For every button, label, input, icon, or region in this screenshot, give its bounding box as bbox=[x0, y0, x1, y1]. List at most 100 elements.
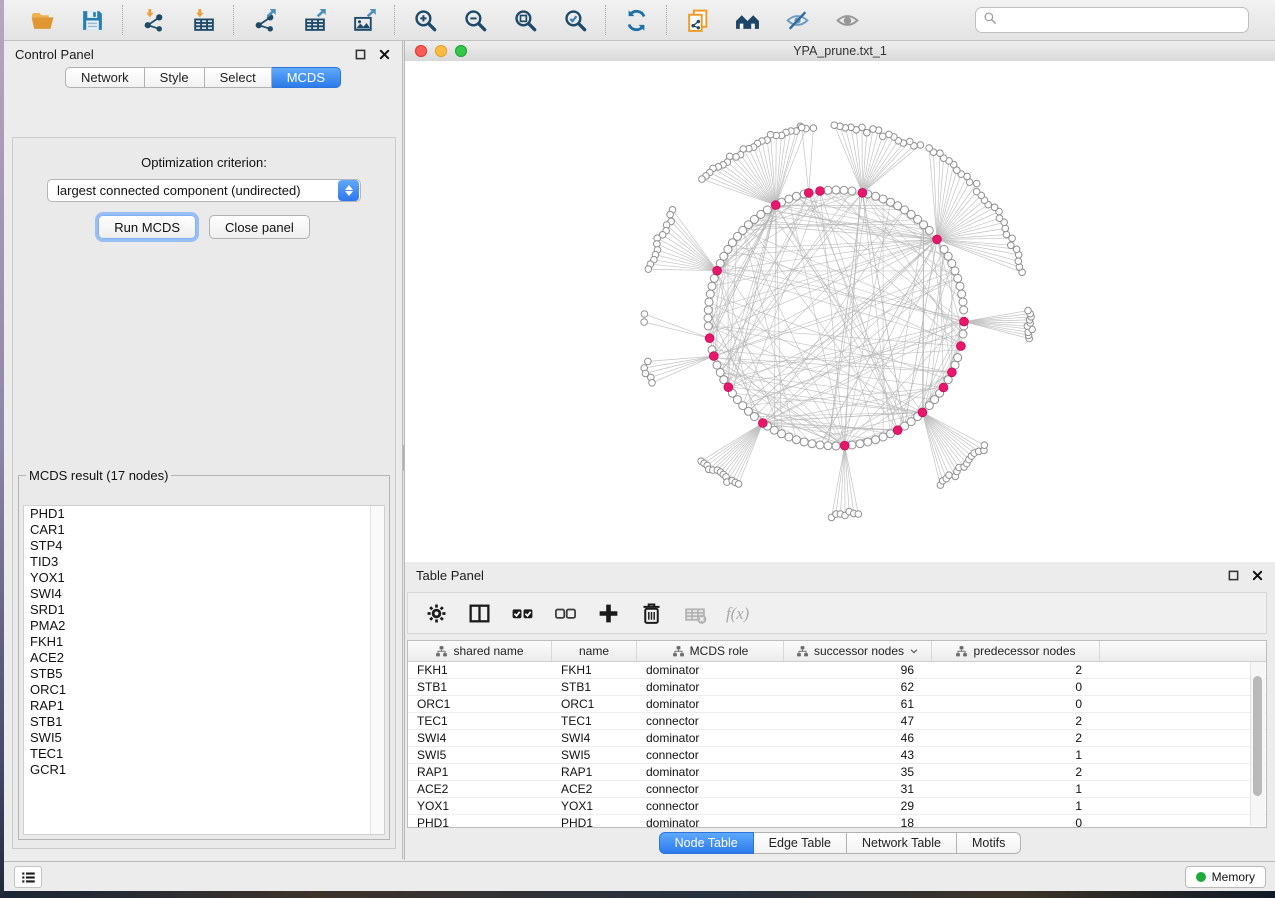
table-panel-title: Table Panel bbox=[416, 568, 484, 583]
hide-selected-button[interactable] bbox=[782, 5, 812, 35]
search-input[interactable] bbox=[1002, 12, 1241, 28]
tab-edge-table[interactable]: Edge Table bbox=[754, 832, 847, 854]
tab-network-table[interactable]: Network Table bbox=[847, 832, 957, 854]
result-node[interactable]: STB1 bbox=[24, 714, 384, 730]
cell-shared-name: SWI5 bbox=[408, 748, 552, 762]
result-node[interactable]: PMA2 bbox=[24, 618, 384, 634]
tab-select[interactable]: Select bbox=[205, 67, 272, 88]
network-canvas[interactable] bbox=[405, 61, 1275, 562]
export-image-button[interactable] bbox=[349, 5, 379, 35]
table-row[interactable]: TEC1TEC1connector472 bbox=[408, 713, 1266, 730]
clone-network-button[interactable] bbox=[682, 5, 712, 35]
table-row[interactable]: SWI4SWI4dominator462 bbox=[408, 730, 1266, 747]
table-row[interactable]: PHD1PHD1dominator180 bbox=[408, 815, 1266, 832]
zoom-in-button[interactable] bbox=[410, 5, 440, 35]
add-column-button[interactable] bbox=[595, 600, 621, 626]
cell-predecessor-nodes: 2 bbox=[932, 714, 1100, 728]
result-node[interactable]: TEC1 bbox=[24, 746, 384, 762]
table-row[interactable]: YOX1YOX1connector291 bbox=[408, 798, 1266, 815]
node-table[interactable]: shared namenameMCDS rolesuccessor nodesp… bbox=[407, 640, 1267, 828]
result-node[interactable]: STP4 bbox=[24, 538, 384, 554]
result-node[interactable]: SWI4 bbox=[24, 586, 384, 602]
column-header-name[interactable]: name bbox=[552, 641, 637, 661]
tab-mcds[interactable]: MCDS bbox=[272, 67, 341, 88]
import-table-icon bbox=[191, 8, 216, 33]
tab-network[interactable]: Network bbox=[65, 67, 145, 88]
result-node[interactable]: TID3 bbox=[24, 554, 384, 570]
minimize-window-button[interactable] bbox=[435, 45, 447, 57]
cell-predecessor-nodes: 2 bbox=[932, 663, 1100, 677]
refresh-button[interactable] bbox=[621, 5, 651, 35]
result-node[interactable]: FKH1 bbox=[24, 634, 384, 650]
column-header-MCDS-role[interactable]: MCDS role bbox=[637, 641, 784, 661]
column-header-successor-nodes[interactable]: successor nodes bbox=[784, 641, 932, 661]
cell-MCDS-role: dominator bbox=[637, 765, 784, 779]
export-table-button[interactable] bbox=[299, 5, 329, 35]
open-file-button[interactable] bbox=[27, 5, 57, 35]
result-node[interactable]: SWI5 bbox=[24, 730, 384, 746]
cell-predecessor-nodes: 1 bbox=[932, 782, 1100, 796]
result-node[interactable]: STB5 bbox=[24, 666, 384, 682]
tree-icon bbox=[435, 645, 448, 658]
close-window-button[interactable] bbox=[415, 45, 427, 57]
table-row[interactable]: FKH1FKH1dominator962 bbox=[408, 662, 1266, 679]
result-node[interactable]: PHD1 bbox=[24, 506, 384, 522]
close-panel-button[interactable] bbox=[378, 48, 391, 61]
tab-node-table[interactable]: Node Table bbox=[659, 832, 754, 854]
zoom-selected-button[interactable] bbox=[560, 5, 590, 35]
memory-button[interactable]: Memory bbox=[1185, 866, 1266, 888]
criterion-select[interactable]: largest connected component (undirected) bbox=[47, 179, 361, 202]
result-node[interactable]: GCR1 bbox=[24, 762, 384, 778]
cytoscape-window: Control Panel NetworkStyleSelectMCDS Opt… bbox=[4, 0, 1275, 891]
zoom-out-icon bbox=[463, 8, 488, 33]
desktop-wallpaper-bottom bbox=[0, 891, 1275, 898]
close-panel-button-2[interactable]: Close panel bbox=[209, 215, 310, 239]
float-table-panel-button[interactable] bbox=[1227, 569, 1240, 582]
export-network-button[interactable] bbox=[249, 5, 279, 35]
table-row[interactable]: SWI5SWI5connector431 bbox=[408, 747, 1266, 764]
first-neighbors-button[interactable] bbox=[732, 5, 762, 35]
mcds-result-list[interactable]: PHD1CAR1STP4TID3YOX1SWI4SRD1PMA2FKH1ACE2… bbox=[23, 505, 385, 835]
cell-name: PHD1 bbox=[552, 816, 637, 830]
import-network-button[interactable] bbox=[138, 5, 168, 35]
save-button[interactable] bbox=[77, 5, 107, 35]
run-mcds-button[interactable]: Run MCDS bbox=[98, 215, 196, 239]
split-columns-button[interactable] bbox=[466, 600, 492, 626]
search-box[interactable] bbox=[975, 7, 1249, 33]
tab-motifs[interactable]: Motifs bbox=[957, 832, 1021, 854]
result-node[interactable]: CAR1 bbox=[24, 522, 384, 538]
zoom-out-button[interactable] bbox=[460, 5, 490, 35]
result-node[interactable]: YOX1 bbox=[24, 570, 384, 586]
network-graph[interactable] bbox=[405, 61, 1274, 561]
table-row[interactable]: RAP1RAP1dominator352 bbox=[408, 764, 1266, 781]
table-scrollbar[interactable] bbox=[1250, 662, 1265, 826]
import-table-button[interactable] bbox=[188, 5, 218, 35]
select-all-button[interactable] bbox=[509, 600, 535, 626]
panel-menu-button[interactable] bbox=[14, 866, 42, 888]
result-node[interactable]: ACE2 bbox=[24, 650, 384, 666]
table-scrollbar-thumb[interactable] bbox=[1253, 676, 1262, 796]
function-builder-button: f(x) bbox=[724, 600, 750, 626]
toolbar-group bbox=[12, 5, 122, 35]
tab-style[interactable]: Style bbox=[145, 67, 205, 88]
float-panel-button[interactable] bbox=[354, 48, 367, 61]
table-row[interactable]: ORC1ORC1dominator610 bbox=[408, 696, 1266, 713]
maximize-window-button[interactable] bbox=[455, 45, 467, 57]
result-list-scrollbar[interactable] bbox=[370, 506, 384, 834]
column-header-predecessor-nodes[interactable]: predecessor nodes bbox=[932, 641, 1100, 661]
table-row[interactable]: ACE2ACE2connector311 bbox=[408, 781, 1266, 798]
cell-MCDS-role: dominator bbox=[637, 697, 784, 711]
delete-column-button[interactable] bbox=[638, 600, 664, 626]
result-node[interactable]: ORC1 bbox=[24, 682, 384, 698]
table-row[interactable]: STB1STB1dominator620 bbox=[408, 679, 1266, 696]
result-node[interactable]: RAP1 bbox=[24, 698, 384, 714]
result-node[interactable]: SRD1 bbox=[24, 602, 384, 618]
show-all-button[interactable] bbox=[832, 5, 862, 35]
cell-shared-name: FKH1 bbox=[408, 663, 552, 677]
deselect-all-button[interactable] bbox=[552, 600, 578, 626]
column-header-shared-name[interactable]: shared name bbox=[408, 641, 552, 661]
network-title: YPA_prune.txt_1 bbox=[793, 44, 887, 58]
gear-button[interactable] bbox=[423, 600, 449, 626]
close-table-panel-button[interactable] bbox=[1251, 569, 1264, 582]
zoom-fit-button[interactable] bbox=[510, 5, 540, 35]
